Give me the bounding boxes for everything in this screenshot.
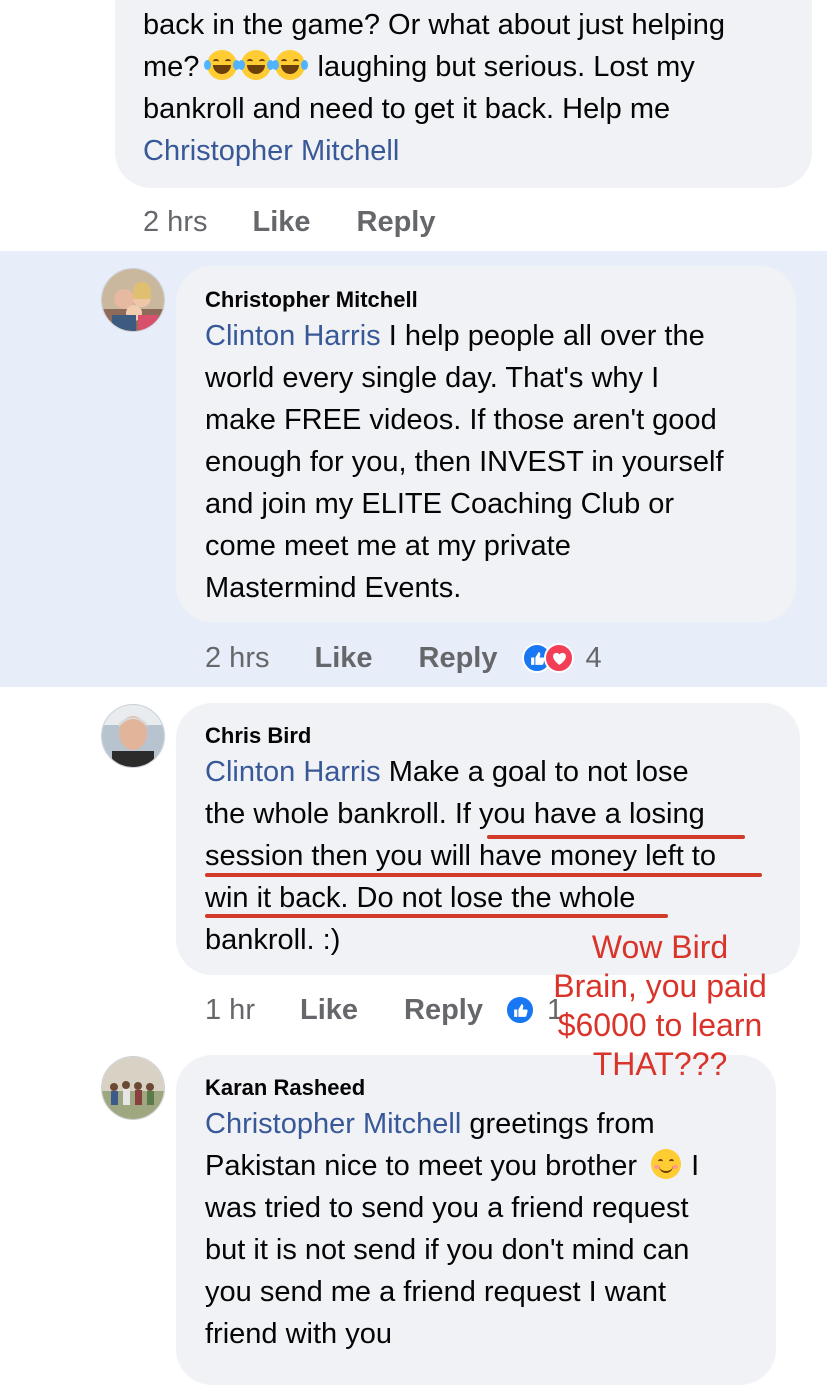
comment-actions-christopher-mitchell: 2 hrs Like Reply 4: [205, 638, 602, 678]
annotation-line: Wow Bird: [591, 929, 729, 965]
like-button[interactable]: Like: [300, 994, 358, 1027]
comment-actions-top: 2 hrs Like Reply: [143, 202, 436, 242]
commenter-name[interactable]: Chris Bird: [205, 723, 311, 749]
comment-timestamp[interactable]: 2 hrs: [205, 642, 269, 675]
comment-line: come meet me at my private: [205, 530, 571, 562]
comment-line: Christopher Mitchell: [143, 130, 803, 172]
comment-line: friend with you: [205, 1318, 392, 1350]
comment-line: Clinton Harris Make a goal to not lose: [205, 751, 795, 793]
comment-line: Clinton Harris I help people all over th…: [205, 315, 795, 357]
comment-text-fragment: laughing but serious. Lost my: [317, 51, 695, 83]
annotation-line: THAT???: [592, 1046, 728, 1082]
comment-line: me? laughing but serious. Lost my: [143, 46, 803, 88]
reply-button[interactable]: Reply: [404, 994, 483, 1027]
reply-button[interactable]: Reply: [357, 206, 436, 239]
like-button[interactable]: Like: [252, 206, 310, 239]
comment-text-fragment: me?: [143, 51, 200, 83]
comment-timestamp[interactable]: 2 hrs: [143, 206, 207, 239]
comment-text-karan-rasheed: Christopher Mitchell greetings from Paki…: [205, 1103, 775, 1355]
commenter-name[interactable]: Karan Rasheed: [205, 1075, 365, 1101]
comment-text-fragment: I help people all over the: [380, 320, 705, 352]
comment-line: session then you will have money left to: [205, 840, 716, 872]
avatar-karan-rasheed[interactable]: [101, 1056, 165, 1120]
red-text-annotation: Wow Bird Brain, you paid $6000 to learn …: [540, 928, 780, 1084]
annotation-line: $6000 to learn: [557, 1007, 763, 1043]
red-underline-annotation: [205, 873, 762, 877]
comment-text-fragment: Pakistan nice to meet you brother: [205, 1150, 638, 1182]
comment-line: and join my ELITE Coaching Club or: [205, 488, 675, 520]
reply-button[interactable]: Reply: [419, 642, 498, 675]
comment-line: you send me a friend request I want: [205, 1276, 667, 1308]
comment-line: the whole bankroll. If you have a losing: [205, 798, 705, 830]
laughing-emoji-icon: [238, 50, 275, 80]
like-reaction-icon: [505, 995, 535, 1025]
avatar-christopher-mitchell[interactable]: [101, 268, 165, 332]
heart-reaction-icon: [543, 643, 574, 673]
mention-link[interactable]: Clinton Harris: [205, 320, 381, 352]
comment-text-fragment: Make a goal to not lose: [380, 756, 689, 788]
comment-line: was tried to send you a friend request: [205, 1192, 689, 1224]
reaction-count: 4: [585, 641, 602, 674]
comment-line: bankroll and need to get it back. Help m…: [143, 93, 671, 125]
comment-line: Christopher Mitchell greetings from: [205, 1103, 775, 1145]
like-button[interactable]: Like: [314, 642, 372, 675]
comment-text-fragment: I: [691, 1150, 700, 1182]
comment-line: enough for you, then INVEST in yourself: [205, 446, 724, 478]
laughing-emoji-icon: [204, 50, 241, 80]
comment-line: but it is not send if you don't mind can: [205, 1234, 690, 1266]
mention-link[interactable]: Christopher Mitchell: [143, 135, 399, 167]
comment-timestamp[interactable]: 1 hr: [205, 994, 255, 1027]
comment-actions-chris-bird: 1 hr Like Reply 1: [205, 990, 563, 1030]
commenter-name[interactable]: Christopher Mitchell: [205, 287, 418, 313]
comment-line: win it back. Do not lose the whole: [205, 882, 636, 914]
reaction-summary[interactable]: 4: [521, 641, 602, 675]
red-underline-annotation: [487, 835, 745, 839]
comment-line: Mastermind Events.: [205, 572, 462, 604]
smiling-emoji-icon: [651, 1149, 682, 1179]
comment-line: Pakistan nice to meet you brother I: [205, 1145, 775, 1187]
comment-text-christopher-mitchell: Clinton Harris I help people all over th…: [205, 315, 795, 609]
mention-link[interactable]: Christopher Mitchell: [205, 1108, 461, 1140]
comment-text-fragment: greetings from: [461, 1108, 655, 1140]
comment-line: world every single day. That's why I: [205, 362, 660, 394]
comment-line: make FREE videos. If those aren't good: [205, 404, 717, 436]
comment-line: back in the game? Or what about just hel…: [143, 9, 725, 41]
laughing-emoji-icon: [272, 50, 309, 80]
avatar-chris-bird[interactable]: [101, 704, 165, 768]
comment-text-top: back in the game? Or what about just hel…: [143, 4, 803, 172]
annotation-line: Brain, you paid: [553, 968, 767, 1004]
red-underline-annotation: [205, 914, 668, 918]
mention-link[interactable]: Clinton Harris: [205, 756, 381, 788]
